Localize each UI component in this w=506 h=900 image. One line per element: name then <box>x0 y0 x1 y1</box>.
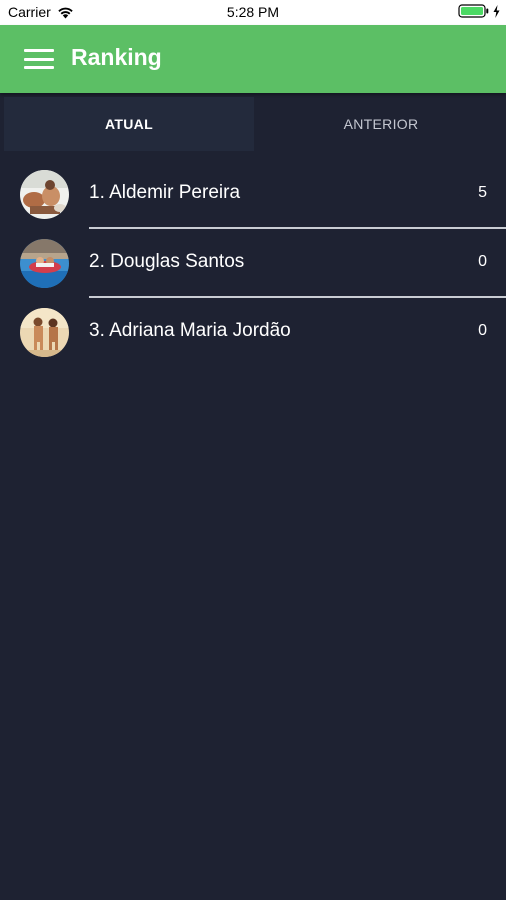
app-bar: Ranking <box>0 25 506 93</box>
tab-bar: ATUAL ANTERIOR <box>0 93 506 155</box>
ranking-row[interactable]: 1. Aldemir Pereira 5 <box>0 160 506 229</box>
ranking-row[interactable]: 3. Adriana Maria Jordão 0 <box>0 298 506 367</box>
status-right <box>458 4 500 18</box>
ranking-row[interactable]: 2. Douglas Santos 0 <box>0 229 506 298</box>
avatar <box>20 308 69 357</box>
player-score: 0 <box>478 253 487 270</box>
battery-icon <box>458 4 489 18</box>
player-name: 2. Douglas Santos <box>89 251 245 272</box>
player-score: 0 <box>478 322 487 339</box>
player-name: 1. Aldemir Pereira <box>89 182 241 203</box>
avatar <box>20 239 69 288</box>
status-bar: Carrier 5:28 PM <box>0 0 506 25</box>
tab-anterior[interactable]: ANTERIOR <box>256 93 506 155</box>
page-title: Ranking <box>71 44 162 70</box>
tab-atual[interactable]: ATUAL <box>4 97 254 151</box>
hamburger-menu-icon[interactable] <box>24 47 54 71</box>
charging-icon <box>493 4 500 18</box>
avatar <box>20 170 69 219</box>
status-time: 5:28 PM <box>226 4 280 20</box>
ranking-list: 1. Aldemir Pereira 5 2. Douglas Santos 0 <box>0 160 506 367</box>
player-score: 5 <box>478 184 487 201</box>
player-name: 3. Adriana Maria Jordão <box>89 320 291 341</box>
